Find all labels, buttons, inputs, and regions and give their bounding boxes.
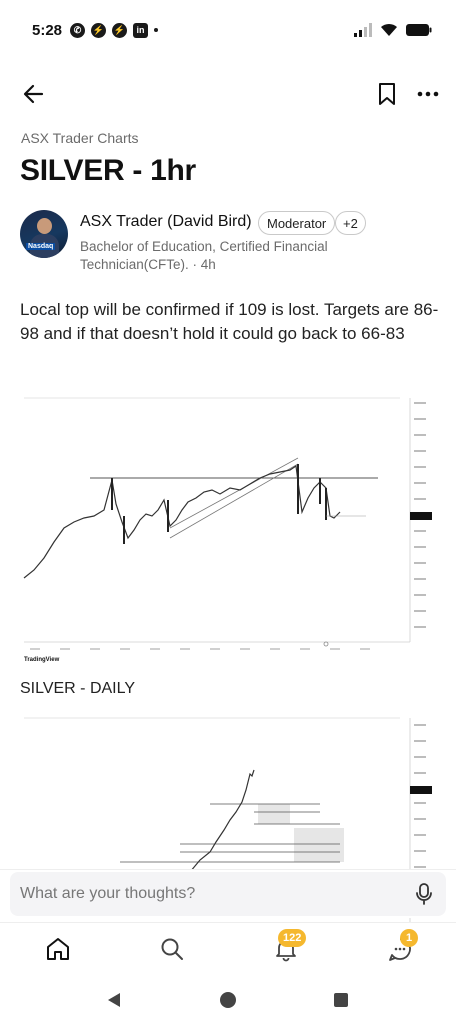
chart-1hr-graphic: TradingView <box>20 392 436 666</box>
chart-watermark: TradingView <box>24 657 60 663</box>
notification-icons: ✆ ⚡ ⚡ in <box>70 22 159 38</box>
system-navigation <box>0 982 456 1024</box>
system-recents-icon[interactable] <box>332 991 350 1009</box>
moderator-badge[interactable]: Moderator <box>258 211 336 235</box>
post-title: SILVER - 1hr <box>20 154 196 187</box>
community-name[interactable]: ASX Trader Charts <box>21 130 139 146</box>
section-title-daily: SILVER - DAILY <box>20 680 135 697</box>
microphone-icon[interactable] <box>414 882 434 906</box>
avatar[interactable]: Nasdaq <box>20 210 68 258</box>
avatar-logo: Nasdaq <box>26 243 56 250</box>
messages-badge: 1 <box>400 929 418 947</box>
home-icon[interactable] <box>44 935 72 963</box>
messages-button[interactable]: 1 <box>386 929 418 963</box>
signal-icon <box>354 23 372 37</box>
top-app-bar <box>0 72 456 116</box>
status-time: 5:28 <box>32 21 63 39</box>
comment-input[interactable] <box>10 872 446 916</box>
wifi-icon <box>381 23 397 36</box>
more-badges[interactable]: +2 <box>335 211 366 235</box>
bookmark-icon[interactable] <box>375 80 399 108</box>
system-home-icon[interactable] <box>218 990 238 1010</box>
post-body: Local top will be confirmed if 109 is lo… <box>20 300 439 343</box>
battery-icon <box>406 24 432 36</box>
status-bar: 5:28 ✆ ⚡ ⚡ in <box>0 0 456 60</box>
system-icons <box>354 23 432 37</box>
avatar-head <box>37 218 52 234</box>
dot-icon <box>154 28 159 32</box>
more-options-icon[interactable] <box>414 80 442 108</box>
back-arrow-icon[interactable] <box>20 80 48 108</box>
messenger-icon: ⚡ <box>91 22 107 38</box>
chart-image-1hr[interactable]: TradingView <box>20 392 436 666</box>
system-back-icon[interactable] <box>104 990 124 1010</box>
bottom-navigation: 122 1 <box>0 922 456 978</box>
messenger-icon: ⚡ <box>112 22 128 38</box>
comment-bar <box>0 870 456 918</box>
author-meta: Bachelor of Education, Certified Financi… <box>80 239 328 272</box>
linkedin-icon: in <box>133 22 149 38</box>
whatsapp-icon: ✆ <box>70 22 86 38</box>
author-name[interactable]: ASX Trader (David Bird) <box>80 213 252 231</box>
notifications-button[interactable]: 122 <box>272 929 307 963</box>
notifications-badge: 122 <box>278 929 307 947</box>
search-icon[interactable] <box>158 935 186 963</box>
